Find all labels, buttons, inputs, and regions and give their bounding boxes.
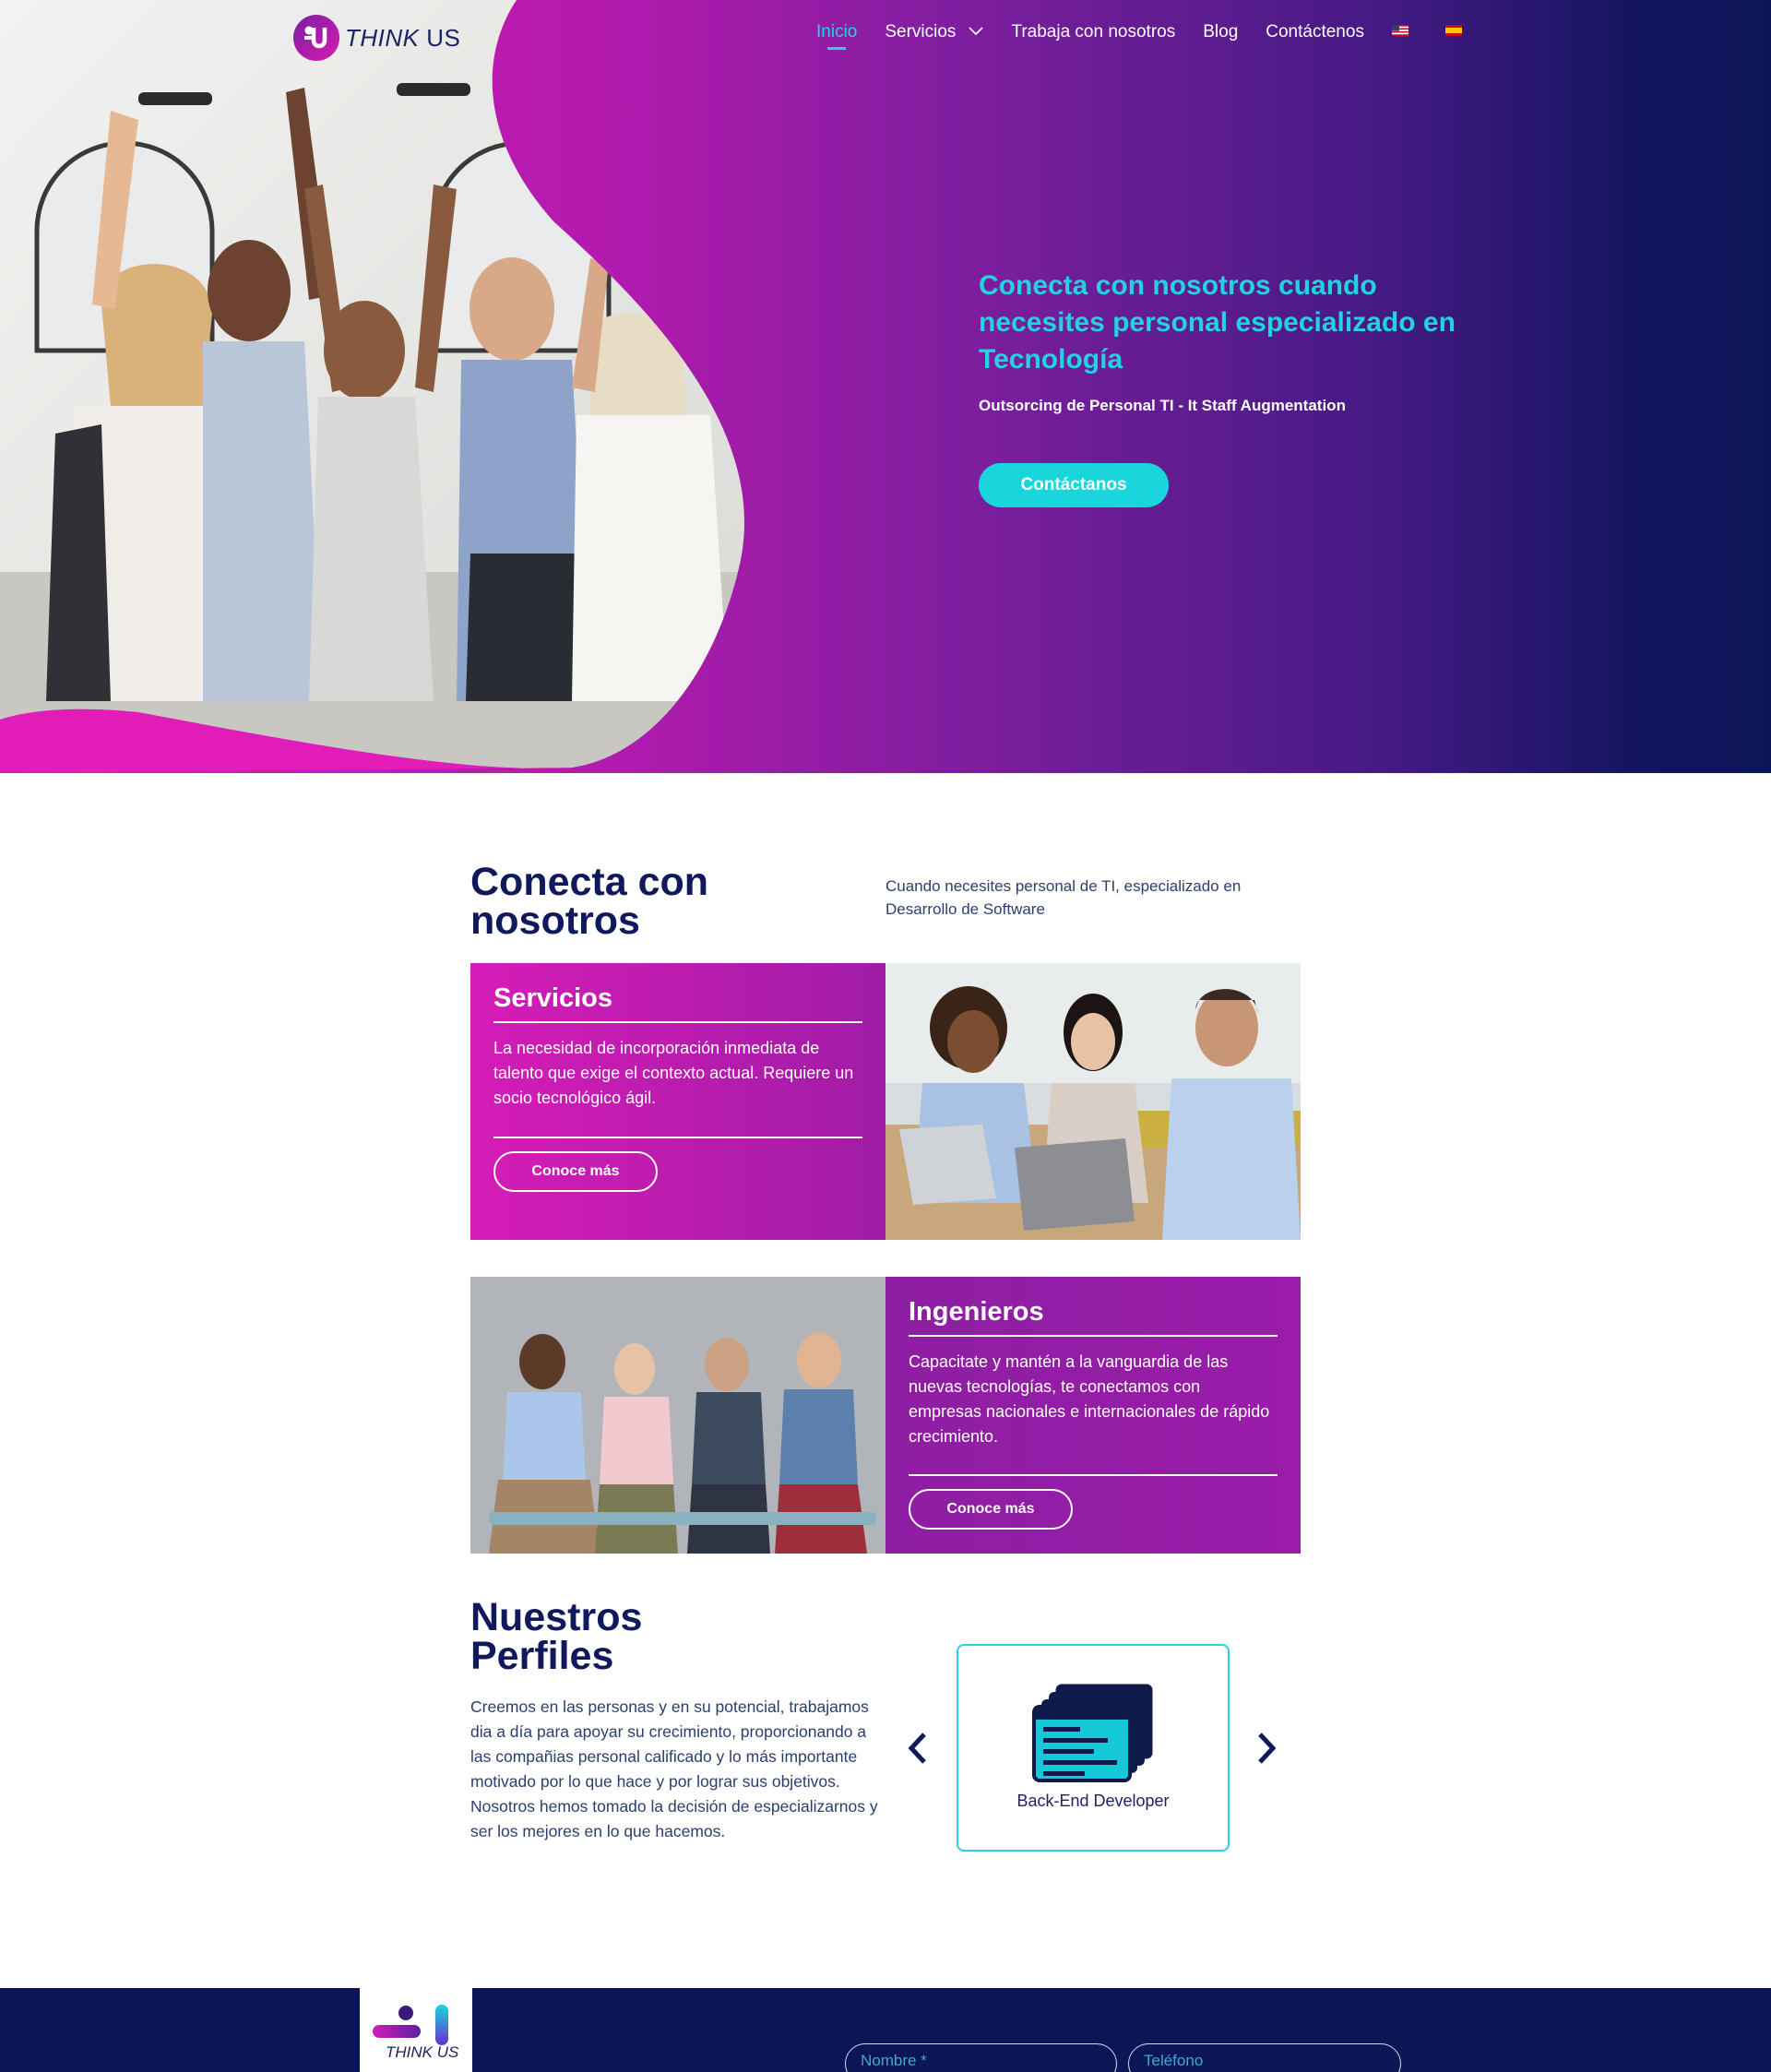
top-navigation: THINK US Inicio Servicios Trabaja con no… (0, 0, 1771, 69)
logo-text: THINK US (345, 23, 461, 52)
services-card-text: La necesidad de incorporación inmediata … (493, 1039, 854, 1107)
carousel-prev-arrow-icon[interactable] (904, 1725, 932, 1771)
engineers-card-title: Ingenieros (909, 1297, 1278, 1337)
hero-subtitle: Outsorcing de Personal TI - It Staff Aug… (979, 397, 1346, 414)
contact-cta-button[interactable]: Contáctanos (979, 463, 1169, 507)
footer-logo-text: THINK US (386, 2043, 459, 2061)
services-photo (886, 963, 1301, 1240)
profiles-title: Nuestros Perfiles (470, 1595, 655, 1678)
footer-logo[interactable]: THINK US (360, 1988, 472, 2072)
logo[interactable]: THINK US (293, 15, 460, 61)
nav-item-contactenos[interactable]: Contáctenos (1266, 22, 1364, 42)
spain-flag-icon[interactable] (1444, 24, 1462, 36)
connect-description: Cuando necesites personal de TI, especia… (886, 877, 1242, 918)
us-flag-icon[interactable] (1391, 24, 1408, 36)
profile-card-backend[interactable]: Back-End Developer (957, 1644, 1230, 1852)
services-more-button[interactable]: Conoce más (493, 1151, 658, 1192)
divider (493, 1137, 862, 1138)
nav-item-trabaja[interactable]: Trabaja con nosotros (1011, 22, 1175, 42)
hero-title: Conecta con nosotros cuando necesites pe… (979, 270, 1456, 375)
nav-item-blog[interactable]: Blog (1203, 22, 1238, 42)
divider (909, 1474, 1278, 1476)
profile-card-label: Back-End Developer (1016, 1792, 1170, 1810)
profiles-text: Creemos en las personas y en su potencia… (470, 1697, 878, 1840)
connect-title: Conecta con nosotros (470, 860, 709, 943)
engineers-card: Ingenieros Capacitate y mantén a la vang… (886, 1277, 1301, 1554)
name-field[interactable]: Nombre * (845, 2043, 1117, 2072)
hero-section: THINK US Inicio Servicios Trabaja con no… (0, 0, 1771, 773)
hero-photo (0, 0, 756, 773)
services-card: Servicios La necesidad de incorporación … (470, 963, 886, 1240)
code-window-icon (1030, 1683, 1159, 1789)
logo-icon (293, 15, 339, 61)
profiles-title-text: Nuestros Perfiles (470, 1595, 643, 1678)
engineers-more-button[interactable]: Conoce más (909, 1489, 1073, 1530)
chevron-down-icon[interactable] (969, 24, 984, 41)
engineers-card-text: Capacitate y mantén a la vanguardia de l… (909, 1352, 1270, 1446)
phone-field[interactable]: Teléfono (1128, 2043, 1401, 2072)
nav-item-servicios[interactable]: Servicios (885, 22, 956, 42)
nav-item-inicio[interactable]: Inicio (816, 22, 857, 50)
main-menu: Inicio Servicios Trabaja con nosotros Bl… (816, 22, 1499, 50)
footer-logo-icon (373, 2005, 448, 2045)
carousel-next-arrow-icon[interactable] (1253, 1725, 1280, 1771)
services-card-title: Servicios (493, 983, 862, 1023)
engineers-photo (470, 1277, 886, 1554)
